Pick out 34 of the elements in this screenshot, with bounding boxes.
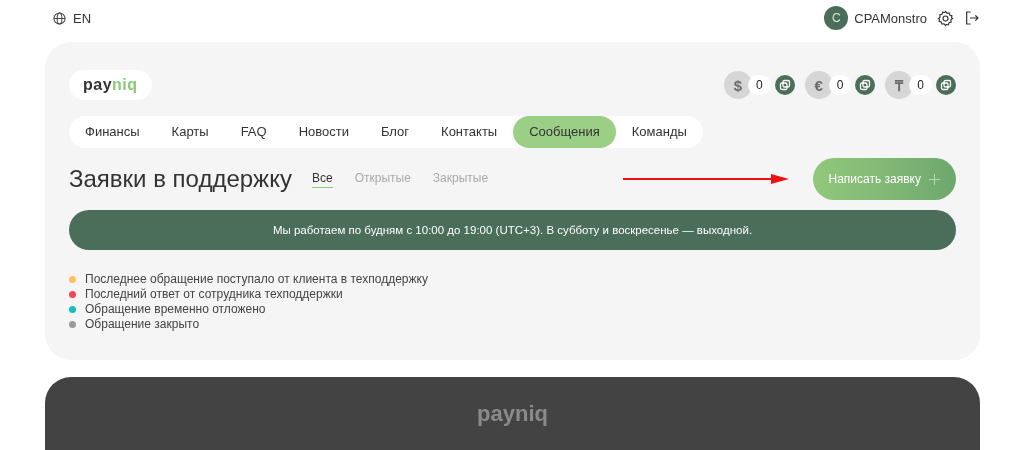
payniq-logo[interactable]: payniq bbox=[69, 70, 152, 100]
currency-badge: ₸ bbox=[885, 71, 914, 99]
arrow-icon bbox=[622, 174, 789, 184]
balance-value: 0 bbox=[747, 75, 771, 95]
legend-text: Обращение закрыто bbox=[85, 317, 200, 331]
filter-tab[interactable]: Все bbox=[311, 170, 333, 188]
nav-tab[interactable]: FAQ bbox=[224, 116, 283, 148]
logout-icon[interactable] bbox=[964, 10, 980, 26]
legend-text: Последний ответ от сотрудника техподдержки bbox=[85, 287, 343, 301]
currency-badge: € bbox=[804, 71, 833, 99]
nav-tab[interactable]: Блог bbox=[364, 116, 426, 148]
balance-value: 0 bbox=[909, 75, 932, 95]
nav-tab[interactable]: Новости bbox=[282, 116, 365, 148]
copy-icon[interactable] bbox=[936, 75, 956, 95]
legend-text: Последнее обращение поступало от клиента в техподдержку bbox=[85, 272, 428, 286]
language-label[interactable]: EN bbox=[73, 10, 92, 26]
page-title: Заявки в поддержку bbox=[69, 165, 292, 193]
working-hours-banner: Мы работаем по будням с 10:00 до 19:00 (UTC+3). В субботу и воскресенье — выходной. bbox=[69, 210, 956, 250]
nav-tab[interactable]: Финансы bbox=[69, 116, 156, 148]
legend-text: Обращение временно отложено bbox=[85, 302, 266, 316]
currency-badge: $ bbox=[723, 71, 752, 99]
copy-icon[interactable] bbox=[774, 75, 795, 95]
balance-value: 0 bbox=[828, 75, 852, 95]
user-name[interactable]: CPAMonstro bbox=[854, 10, 927, 26]
nav-tab[interactable]: Контакты bbox=[425, 116, 514, 148]
copy-icon[interactable] bbox=[855, 75, 876, 95]
user-avatar[interactable]: C bbox=[824, 6, 849, 30]
settings-icon[interactable] bbox=[937, 9, 954, 27]
nav-tab[interactable]: Команды bbox=[615, 116, 703, 148]
nav-tab[interactable]: Сообщения bbox=[513, 116, 616, 148]
globe-icon bbox=[53, 11, 66, 25]
payniq-logo: payniq bbox=[477, 401, 548, 428]
nav-tab[interactable]: Карты bbox=[155, 116, 225, 148]
plus-icon bbox=[929, 173, 940, 185]
